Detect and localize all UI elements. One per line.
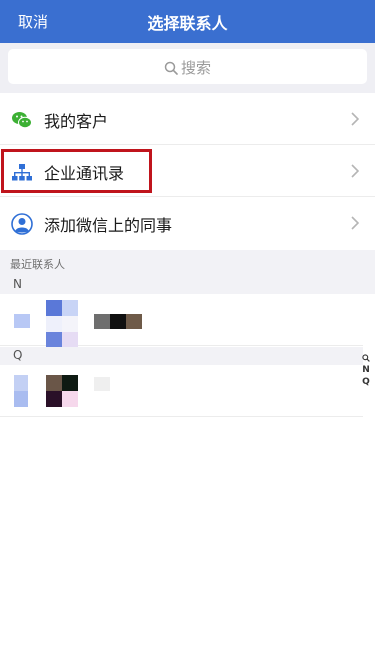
group-header-q: Q: [0, 347, 363, 365]
group-letter: Q: [13, 348, 23, 362]
chevron-right-icon: [351, 112, 359, 126]
group-header-n: N: [0, 276, 375, 294]
menu-item-add-wechat-colleagues[interactable]: 添加微信上的同事: [0, 197, 375, 249]
chevron-right-icon: [351, 164, 359, 178]
group-letter: N: [13, 277, 22, 291]
contact-item[interactable]: [0, 294, 363, 348]
index-letter[interactable]: N: [359, 364, 373, 376]
search-area: 搜索: [0, 43, 375, 93]
wechat-icon: [12, 112, 32, 129]
menu-label-my-customers: 我的客户: [44, 112, 109, 131]
search-icon[interactable]: [362, 354, 370, 362]
page-title: 选择联系人: [147, 14, 228, 33]
contact-item[interactable]: [0, 365, 363, 417]
menu-label-add-wechat-colleagues: 添加微信上的同事: [44, 216, 173, 235]
chevron-right-icon: [351, 216, 359, 230]
search-icon: [164, 61, 178, 75]
alphabet-index-bar[interactable]: N Q: [359, 352, 373, 388]
user-circle-icon: [11, 213, 33, 235]
search-placeholder: 搜索: [180, 59, 211, 77]
highlight-box: [1, 149, 152, 193]
nav-bar: 取消 选择联系人: [0, 0, 375, 43]
recent-contacts-title: 最近联系人: [10, 258, 65, 271]
menu-item-my-customers[interactable]: 我的客户: [0, 93, 375, 145]
recent-contacts-header: 最近联系人: [0, 250, 375, 276]
search-input[interactable]: 搜索: [8, 49, 367, 84]
index-letter[interactable]: Q: [359, 376, 373, 388]
